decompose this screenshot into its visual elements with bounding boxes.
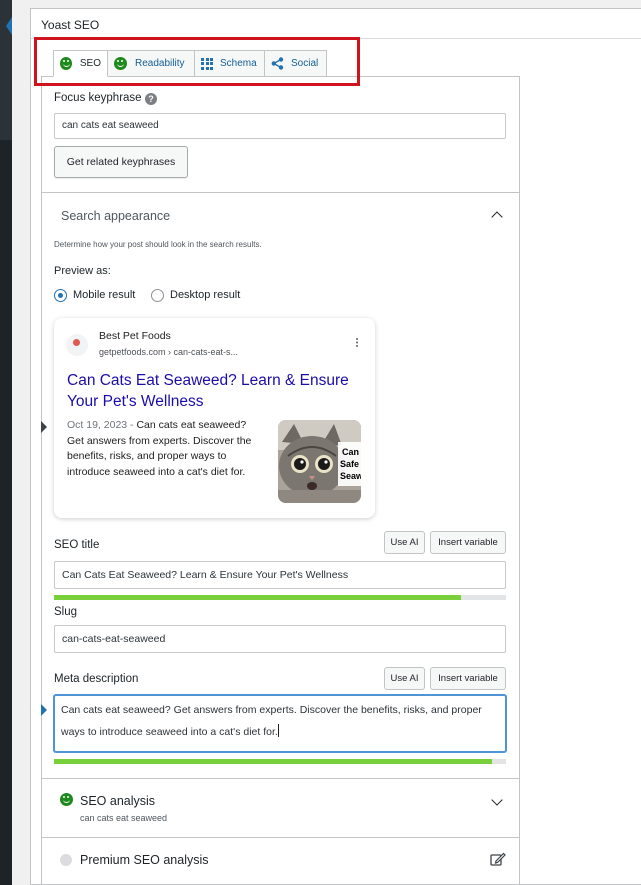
meta-description-insert-variable-button[interactable]: Insert variable	[430, 667, 506, 690]
highlight-box	[34, 37, 360, 86]
serp-date: Oct 19, 2023	[67, 419, 128, 431]
premium-status-icon	[60, 854, 72, 866]
meta-description-text: Can cats eat seaweed? Get answers from e…	[61, 704, 482, 738]
desktop-result-label[interactable]: Desktop result	[170, 289, 240, 301]
metabox-title: Yoast SEO	[41, 18, 100, 32]
meta-description-use-ai-button[interactable]: Use AI	[384, 667, 425, 690]
help-icon[interactable]: ?	[145, 93, 157, 105]
serp-thumbnail: Can Safe Seaw	[278, 420, 361, 503]
thumbnail-text: Safe	[340, 459, 359, 469]
mobile-result-radio[interactable]	[54, 289, 67, 302]
thumbnail-text: Seaw	[340, 471, 361, 481]
get-related-keyphrases-button[interactable]: Get related keyphrases	[54, 146, 188, 178]
seo-title-progress-bar	[54, 595, 506, 600]
seo-analysis-status-icon	[60, 793, 73, 806]
desktop-result-radio[interactable]	[151, 289, 164, 302]
section-divider	[41, 192, 520, 193]
focus-keyphrase-label: Focus keyphrase	[54, 92, 142, 104]
current-menu-indicator	[6, 17, 12, 35]
search-appearance-hint: Determine how your post should look in t…	[54, 240, 262, 249]
seo-title-use-ai-button[interactable]: Use AI	[384, 531, 425, 554]
seo-title-input[interactable]: Can Cats Eat Seaweed? Learn & Ensure You…	[54, 561, 506, 589]
seo-title-insert-variable-button[interactable]: Insert variable	[430, 531, 506, 554]
seo-analysis-heading[interactable]: SEO analysis	[80, 794, 155, 808]
seo-analysis-keyphrase: can cats eat seaweed	[80, 813, 168, 823]
meta-description-progress-bar	[54, 759, 506, 764]
focus-keyphrase-input[interactable]: can cats eat seaweed	[54, 113, 506, 139]
serp-preview-card: Best Pet Foods getpetfoods.com › can-cat…	[54, 318, 375, 518]
seo-title-progress-fill	[54, 595, 461, 600]
side-arrow-icon	[41, 421, 47, 433]
preview-as-label: Preview as:	[54, 265, 111, 277]
search-appearance-heading[interactable]: Search appearance	[61, 209, 170, 223]
serp-site-name: Best Pet Foods	[99, 330, 171, 342]
edit-icon[interactable]	[490, 852, 506, 867]
serp-title: Can Cats Eat Seaweed? Learn & Ensure You…	[67, 372, 349, 410]
serp-date-separator: -	[130, 419, 134, 431]
mobile-result-label[interactable]: Mobile result	[73, 289, 135, 301]
slug-input[interactable]: can-cats-eat-seaweed	[54, 625, 506, 653]
text-caret	[277, 724, 279, 737]
thumbnail-text: Can	[342, 447, 359, 457]
section-divider	[41, 778, 520, 779]
serp-description-block: Oct 19, 2023 - Can cats eat seaweed? Get…	[67, 418, 265, 480]
meta-description-label: Meta description	[54, 673, 139, 685]
site-favicon-icon	[66, 334, 88, 356]
more-options-icon	[356, 338, 358, 340]
premium-seo-analysis-heading[interactable]: Premium SEO analysis	[80, 853, 209, 867]
meta-description-textarea[interactable]: Can cats eat seaweed? Get answers from e…	[54, 695, 506, 752]
admin-sidebar	[0, 0, 12, 885]
active-field-arrow-icon	[41, 704, 47, 716]
seo-title-label: SEO title	[54, 539, 100, 551]
meta-description-progress-fill	[54, 759, 493, 764]
cat-thumbnail-image: Can Safe Seaw	[278, 420, 361, 503]
serp-site-url: getpetfoods.com › can-cats-eat-s...	[99, 347, 239, 357]
slug-label: Slug	[54, 606, 78, 618]
section-divider	[41, 837, 520, 838]
